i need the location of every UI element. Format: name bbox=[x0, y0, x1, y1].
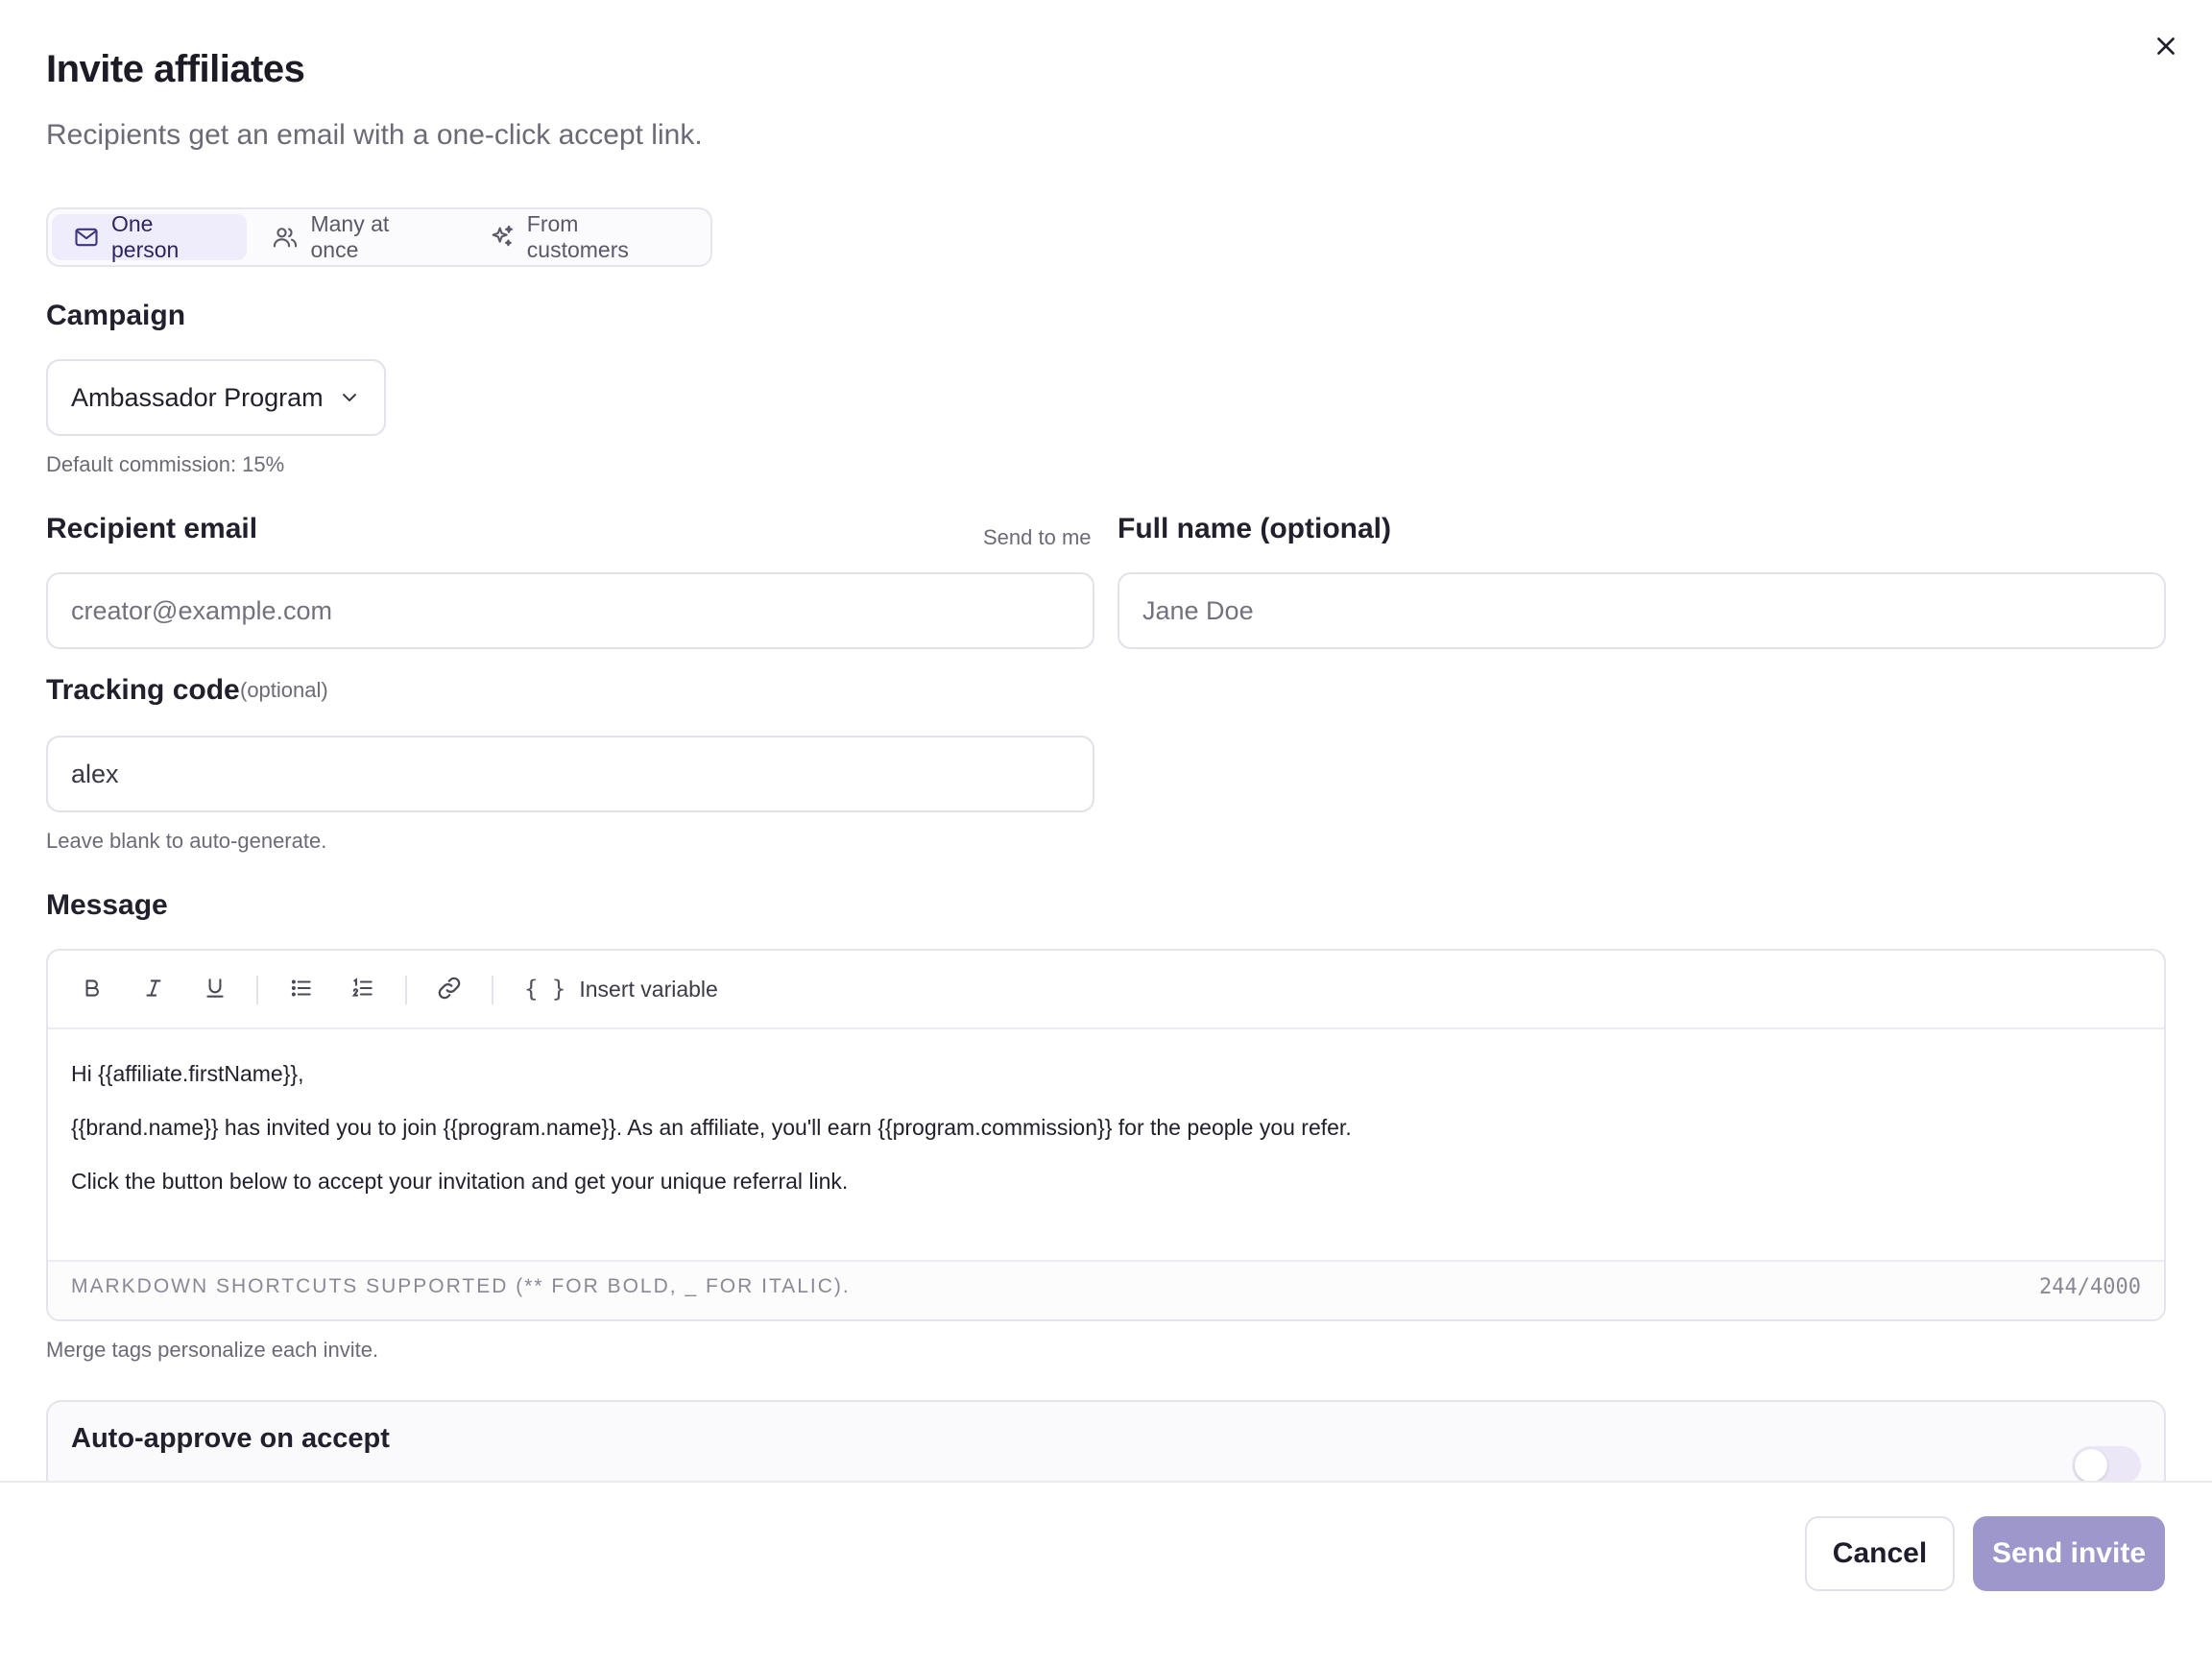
toolbar-divider bbox=[492, 976, 493, 1004]
chevron-down-icon bbox=[343, 394, 356, 401]
invite-affiliates-modal: Invite affiliates Recipients get an emai… bbox=[0, 0, 2212, 1667]
close-button[interactable] bbox=[2147, 27, 2185, 65]
bullet-list-icon bbox=[291, 979, 311, 997]
invite-mode-tabs: One person Many at once From customers bbox=[46, 207, 712, 267]
campaign-label: Campaign bbox=[46, 300, 186, 331]
send-to-me-link[interactable]: Send to me bbox=[983, 525, 1092, 550]
insert-variable-label: Insert variable bbox=[579, 976, 718, 1002]
modal-subtitle: Recipients get an email with a one-click… bbox=[46, 119, 703, 151]
campaign-selected-value: Ambassador Program bbox=[71, 382, 324, 412]
tracking-code-input[interactable] bbox=[46, 736, 1094, 812]
recipient-email-label: Recipient email bbox=[46, 513, 258, 544]
tab-from-customers[interactable]: From customers bbox=[468, 211, 707, 262]
message-line: {{brand.name}} has invited you to join {… bbox=[71, 1115, 1352, 1140]
tracking-code-optional: (optional) bbox=[240, 678, 328, 702]
full-name-label: Full name (optional) bbox=[1118, 513, 1391, 544]
modal-title: Invite affiliates bbox=[46, 48, 305, 90]
modal-footer: Cancel Send invite bbox=[0, 1481, 2212, 1667]
message-line: Click the button below to accept your in… bbox=[71, 1169, 849, 1194]
campaign-commission-hint: Default commission: 15% bbox=[46, 452, 285, 476]
numbered-list-icon bbox=[351, 978, 373, 997]
tab-label: From customers bbox=[526, 211, 629, 262]
italic-button[interactable] bbox=[134, 969, 173, 1007]
merge-tags-hint: Merge tags personalize each invite. bbox=[46, 1338, 379, 1362]
bold-icon bbox=[85, 979, 99, 997]
toolbar-divider bbox=[256, 976, 258, 1004]
link-icon bbox=[438, 977, 461, 1000]
cancel-button[interactable]: Cancel bbox=[1805, 1516, 1955, 1591]
close-icon bbox=[2157, 37, 2175, 55]
auto-approve-toggle[interactable] bbox=[2072, 1446, 2141, 1485]
full-name-input[interactable] bbox=[1118, 572, 2166, 649]
insert-variable-button[interactable]: { } Insert variable bbox=[524, 968, 718, 1010]
message-body[interactable]: Hi {{affiliate.firstName}}, {{brand.name… bbox=[71, 1047, 2126, 1208]
send-invite-button[interactable]: Send invite bbox=[1973, 1516, 2165, 1591]
tracking-code-label: Tracking code bbox=[46, 674, 240, 706]
tab-many-at-once[interactable]: Many at once bbox=[251, 211, 463, 262]
mail-icon bbox=[75, 228, 98, 247]
tab-label: One person bbox=[111, 211, 180, 262]
braces-icon: { } bbox=[524, 976, 566, 1003]
tab-label: Many at once bbox=[310, 211, 390, 262]
markdown-hint: Markdown shortcuts supported (** for bol… bbox=[71, 1275, 851, 1297]
message-editor: { } Insert variable Hi {{affiliate.first… bbox=[46, 949, 2166, 1321]
bullet-list-button[interactable] bbox=[282, 969, 321, 1007]
underline-button[interactable] bbox=[196, 969, 234, 1007]
message-label: Message bbox=[46, 889, 168, 921]
recipient-email-input[interactable] bbox=[46, 572, 1094, 649]
tracking-code-hint: Leave blank to auto-generate. bbox=[46, 829, 327, 853]
tab-one-person[interactable]: One person bbox=[52, 211, 248, 262]
toggle-knob bbox=[2075, 1449, 2107, 1482]
toolbar-divider bbox=[405, 976, 407, 1004]
message-line: Hi {{affiliate.firstName}}, bbox=[71, 1061, 304, 1086]
character-counter: 244/4000 bbox=[2039, 1275, 2141, 1299]
editor-toolbar: { } Insert variable bbox=[48, 951, 2164, 1029]
italic-icon bbox=[146, 979, 161, 997]
users-icon bbox=[274, 228, 298, 248]
numbered-list-button[interactable] bbox=[344, 969, 382, 1007]
underline-icon bbox=[206, 978, 224, 998]
editor-footer: Markdown shortcuts supported (** for bol… bbox=[48, 1260, 2164, 1319]
sparkles-icon bbox=[492, 225, 513, 247]
auto-approve-title: Auto-approve on accept bbox=[71, 1423, 390, 1454]
campaign-select[interactable]: Ambassador Program bbox=[46, 359, 386, 436]
bold-button[interactable] bbox=[73, 969, 111, 1007]
link-button[interactable] bbox=[430, 969, 469, 1007]
